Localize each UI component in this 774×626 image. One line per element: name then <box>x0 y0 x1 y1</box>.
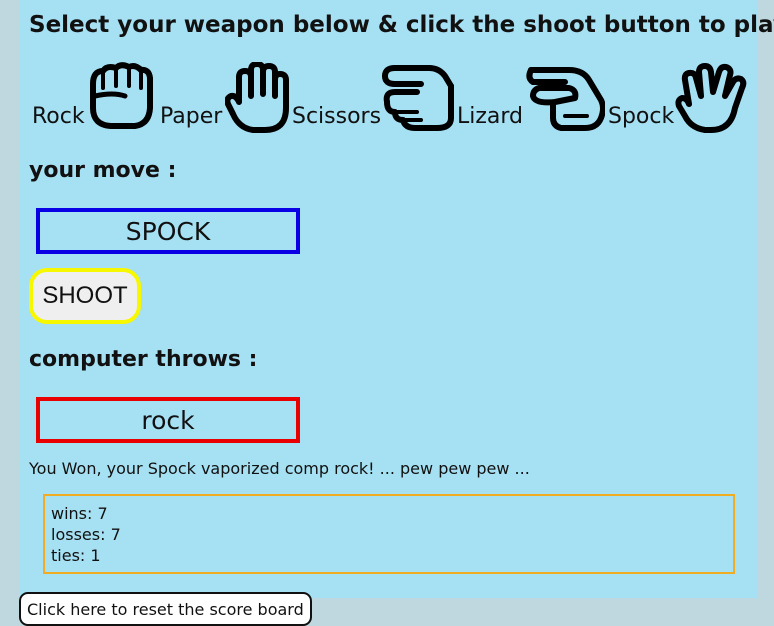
computer-throws-label: computer throws : <box>29 347 258 372</box>
shoot-button[interactable]: SHOOT <box>29 268 141 324</box>
weapon-label-spock[interactable]: Spock <box>608 104 674 129</box>
weapon-selector: Rock Paper Scissors Lizard Spock <box>19 62 757 136</box>
wins-count: wins: 7 <box>51 504 108 523</box>
weapon-label-scissors[interactable]: Scissors <box>292 104 381 129</box>
player-move-display: SPOCK <box>36 208 300 254</box>
ties-count: ties: 1 <box>51 546 101 565</box>
computer-move-display: rock <box>36 397 300 443</box>
instructions-heading: Select your weapon below & click the sho… <box>29 12 774 38</box>
weapon-label-paper[interactable]: Paper <box>160 104 222 129</box>
weapon-label-rock[interactable]: Rock <box>32 104 85 129</box>
reset-scoreboard-button[interactable]: Click here to reset the score board <box>19 592 312 626</box>
losses-count: losses: 7 <box>51 525 121 544</box>
score-board: wins: 7 losses: 7 ties: 1 <box>43 494 735 574</box>
vulcan-salute-icon[interactable] <box>675 62 747 134</box>
fist-icon[interactable] <box>83 62 157 132</box>
game-panel: Select your weapon below & click the sho… <box>19 0 774 598</box>
raised-hand-icon[interactable] <box>225 62 291 134</box>
scissors-hand-icon[interactable] <box>381 62 455 134</box>
lizard-hand-icon[interactable] <box>525 62 605 134</box>
result-message: You Won, your Spock vaporized comp rock!… <box>29 459 530 478</box>
your-move-label: your move : <box>29 158 177 183</box>
weapon-label-lizard[interactable]: Lizard <box>457 104 523 129</box>
